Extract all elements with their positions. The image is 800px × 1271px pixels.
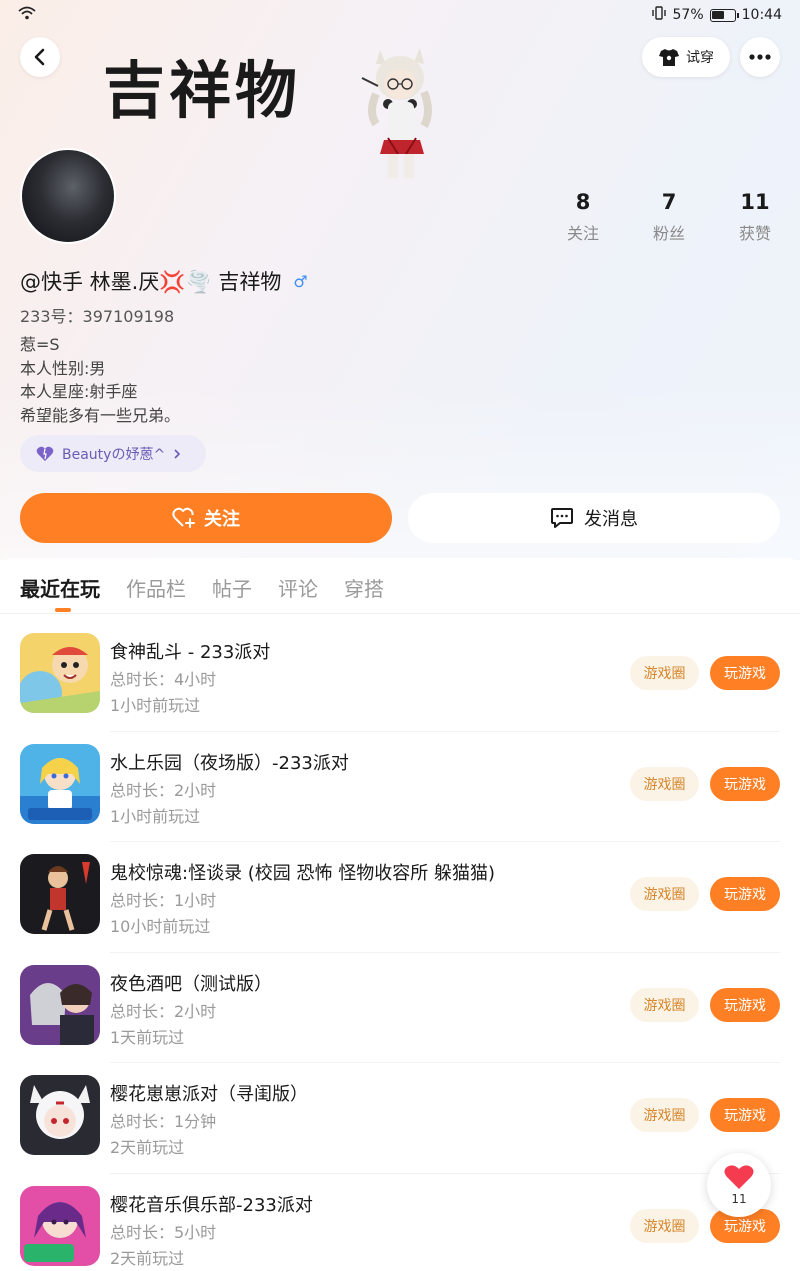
try-on-button[interactable]: 试穿 [642, 37, 730, 77]
purple-heart-icon [36, 446, 54, 461]
try-on-label: 试穿 [686, 50, 714, 66]
game-last-played: 1天前玩过 [110, 1027, 185, 1047]
chevron-left-icon [34, 48, 45, 66]
relationship-tag[interactable]: Beautyの妤蒽^ [20, 435, 206, 472]
mascot-character-image [361, 48, 432, 178]
status-bar: 57% 10:44 [0, 0, 800, 30]
tab-recent-played[interactable]: 最近在玩 [20, 573, 100, 602]
play-game-button[interactable]: 玩游戏 [710, 877, 780, 911]
message-label: 发消息 [584, 509, 638, 530]
sakura-music-icon [20, 1185, 100, 1266]
stat-fans-value: 7 [661, 190, 677, 214]
stat-likes[interactable]: 11 获赞 [712, 190, 798, 244]
game-duration: 总时长：2小时 [110, 780, 217, 800]
list-item[interactable]: 夜色酒吧（测试版） 总时长：2小时 1天前玩过 游戏圈 玩游戏 [0, 951, 800, 1063]
tabs-divider [0, 613, 800, 614]
game-last-played: 2天前玩过 [110, 1138, 185, 1157]
chat-bubble-icon [551, 508, 573, 528]
list-item[interactable]: 鬼校惊魂:怪谈录 (校园 恐怖 怪物收容所 躲猫猫) 总时长：1小时 10小时前… [0, 841, 800, 952]
water-park-icon [20, 743, 100, 824]
message-button[interactable]: 发消息 [408, 493, 780, 543]
stat-following[interactable]: 8 关注 [540, 190, 626, 244]
list-item[interactable]: 樱花崽崽派对（寻闺版） 总时长：1分钟 2天前玩过 游戏圈 玩游戏 [0, 1062, 800, 1173]
chevron-right-icon [174, 448, 181, 459]
back-button[interactable] [20, 37, 60, 77]
stat-fans-label: 粉丝 [652, 224, 685, 243]
stat-likes-value: 11 [740, 190, 770, 214]
game-title: 夜色酒吧（测试版） [110, 973, 272, 995]
game-last-played: 1小时前玩过 [110, 696, 201, 715]
heart-plus-icon [172, 507, 195, 528]
bio-line: 本人星座:射手座 [20, 382, 138, 401]
game-duration: 总时长：5小时 [110, 1222, 217, 1242]
heart-icon [724, 1165, 754, 1189]
game-duration: 总时长：1分钟 [110, 1112, 217, 1131]
game-title: 水上乐园（夜场版）-233派对 [110, 752, 349, 774]
game-duration: 总时长：1小时 [110, 891, 217, 910]
game-title: 樱花音乐俱乐部-233派对 [110, 1194, 313, 1216]
follow-label: 关注 [204, 509, 240, 530]
play-game-button[interactable]: 玩游戏 [710, 656, 780, 690]
tab-posts[interactable]: 帖子 [212, 573, 252, 602]
game-last-played: 10小时前玩过 [110, 917, 211, 936]
tab-outfits[interactable]: 穿搭 [344, 573, 384, 602]
game-last-played: 2天前玩过 [110, 1248, 185, 1268]
tshirt-icon [659, 49, 679, 66]
play-game-button[interactable]: 玩游戏 [710, 766, 780, 801]
game-title: 鬼校惊魂:怪谈录 (校园 恐怖 怪物收容所 躲猫猫) [110, 863, 495, 884]
game-last-played: 1小时前玩过 [110, 806, 201, 826]
ghost-school-icon [20, 854, 100, 934]
wifi-icon [18, 6, 36, 24]
status-right: 57% 10:44 [651, 6, 782, 24]
play-game-button[interactable]: 玩游戏 [710, 1098, 780, 1132]
game-duration: 总时长：2小时 [110, 1001, 217, 1021]
list-item[interactable]: 食神乱斗 - 233派对 总时长：4小时 1小时前玩过 游戏圈 玩游戏 [0, 620, 800, 731]
stat-following-label: 关注 [566, 224, 599, 243]
game-circle-button[interactable]: 游戏圈 [630, 656, 699, 690]
list-item[interactable]: 樱花音乐俱乐部-233派对 总时长：5小时 2天前玩过 游戏圈 玩游戏 [0, 1172, 800, 1271]
more-dots-icon [749, 54, 771, 60]
profile-tabs: 最近在玩 作品栏 帖子 评论 穿搭 [20, 573, 384, 602]
vibrate-icon [651, 6, 667, 24]
avatar[interactable] [20, 148, 116, 244]
more-button[interactable] [740, 37, 780, 77]
list-item[interactable]: 水上乐园（夜场版）-233派对 总时长：2小时 1小时前玩过 游戏圈 玩游戏 [0, 730, 800, 842]
banner-title: 吉祥物 [103, 54, 302, 127]
game-circle-button[interactable]: 游戏圈 [630, 877, 699, 911]
night-bar-icon [20, 964, 100, 1045]
bio-line: 希望能多有一些兄弟。 [20, 405, 181, 425]
relationship-tag-label: Beautyの妤蒽^ [62, 446, 166, 463]
like-floating-button[interactable]: 11 [707, 1153, 771, 1217]
tab-works[interactable]: 作品栏 [126, 573, 186, 602]
active-tab-indicator [55, 608, 71, 612]
recent-games-list: 食神乱斗 - 233派对 总时长：4小时 1小时前玩过 游戏圈 玩游戏 水上乐园… [0, 620, 800, 1271]
bio-line: 本人性别:男 [20, 358, 106, 378]
nickname-row: @快手 林墨.厌💢🌪️ 吉祥物 ♂ [20, 266, 308, 296]
game-circle-button[interactable]: 游戏圈 [630, 987, 699, 1022]
user-id: 233号：397109198 [20, 307, 175, 326]
battery-icon [709, 8, 739, 22]
nickname: @快手 林墨.厌💢🌪️ 吉祥物 [20, 270, 282, 294]
sakura-kids-icon [20, 1075, 100, 1155]
stat-fans[interactable]: 7 粉丝 [626, 190, 712, 244]
male-gender-icon: ♂ [293, 271, 308, 291]
like-count: 11 [731, 1192, 747, 1206]
follow-button[interactable]: 关注 [20, 493, 392, 543]
stat-following-value: 8 [575, 190, 591, 214]
bio: 惹=S 本人性别:男 本人星座:射手座 希望能多有一些兄弟。 [20, 333, 180, 427]
bio-line: 惹=S [20, 335, 60, 354]
game-circle-button[interactable]: 游戏圈 [630, 1098, 699, 1132]
play-game-button[interactable]: 玩游戏 [710, 987, 780, 1022]
game-circle-button[interactable]: 游戏圈 [630, 1208, 699, 1243]
game-circle-button[interactable]: 游戏圈 [630, 766, 699, 801]
game-title: 樱花崽崽派对（寻闺版） [110, 1084, 308, 1105]
game-title: 食神乱斗 - 233派对 [110, 642, 271, 663]
food-battle-icon [20, 633, 100, 713]
clock: 10:44 [741, 7, 782, 23]
tab-comments[interactable]: 评论 [278, 573, 318, 602]
game-duration: 总时长：4小时 [110, 670, 217, 689]
stat-likes-label: 获赞 [738, 224, 771, 243]
battery-percent: 57% [672, 7, 704, 23]
stats-bar: 8 关注 7 粉丝 11 获赞 [540, 190, 800, 244]
